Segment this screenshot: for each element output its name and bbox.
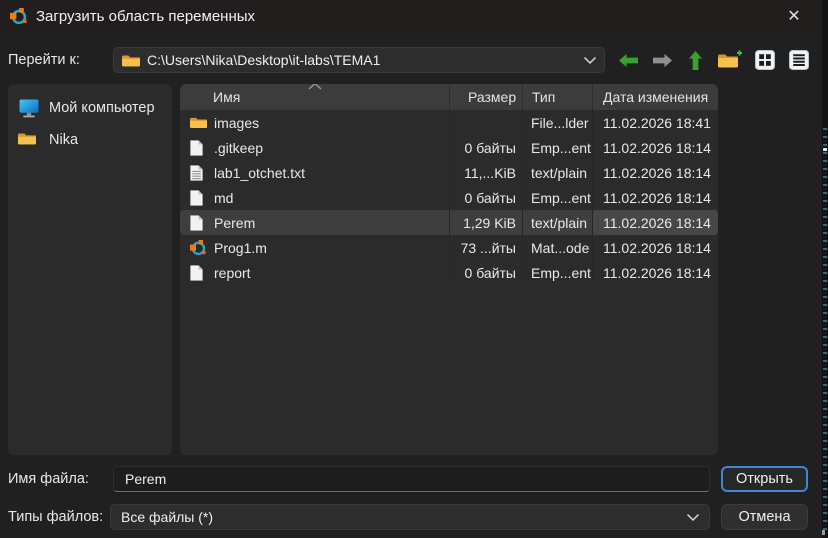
sidebar-item-label: Мой компьютер [49, 100, 155, 116]
title-bar[interactable]: Загрузить область переменных ✕ [0, 0, 822, 32]
list-view-button[interactable] [786, 48, 812, 72]
grid-view-button[interactable] [752, 48, 778, 72]
close-button[interactable]: ✕ [782, 5, 806, 27]
file-name: lab1_otchet.txt [214, 165, 305, 181]
file-name: report [214, 265, 251, 281]
file-size-cell: 0 байты [450, 185, 523, 210]
screen: Загрузить область переменных ✕ Перейти к… [0, 0, 828, 538]
file-size-cell [450, 110, 523, 135]
forward-arrow-icon [652, 53, 673, 68]
file-type-cell: File...lder [523, 110, 593, 135]
column-header-date[interactable]: Дата изменения [593, 84, 718, 110]
grid-view-icon [755, 50, 775, 70]
file-name: Prog1.m [214, 240, 267, 256]
text-file-icon [190, 164, 207, 181]
column-header-type[interactable]: Тип [523, 84, 593, 110]
file-row[interactable]: images File...lder11.02.2026 18:41 [180, 110, 718, 135]
forward-button[interactable] [649, 48, 675, 72]
octave-icon [190, 239, 207, 256]
file-row[interactable]: lab1_otchet.txt 11,...KiBtext/plain11.02.… [180, 160, 718, 185]
file-modified-cell: 11.02.2026 18:14 [593, 260, 718, 285]
close-icon: ✕ [787, 6, 800, 26]
new-folder-button[interactable] [717, 48, 743, 72]
up-button[interactable] [682, 48, 708, 72]
file-list-panel: Имя Размер Тип Дата изменения images File… [180, 84, 718, 455]
file-modified-cell: 11.02.2026 18:41 [593, 110, 718, 135]
file-type-cell: Mat...ode [523, 235, 593, 260]
filename-input[interactable] [113, 466, 710, 492]
file-name-cell: lab1_otchet.txt [180, 160, 450, 185]
load-workspace-dialog: Загрузить область переменных ✕ Перейти к… [0, 0, 822, 538]
up-arrow-icon [688, 50, 703, 71]
file-row[interactable]: Perem 1,29 KiBtext/plain11.02.2026 18:14 [180, 210, 718, 235]
file-row[interactable]: md 0 байтыEmp...ent11.02.2026 18:14 [180, 185, 718, 210]
octave-app-icon [10, 8, 27, 25]
goto-label: Перейти к: [8, 47, 80, 73]
file-modified-cell: 11.02.2026 18:14 [593, 185, 718, 210]
file-size-cell: 73 ...йты [450, 235, 523, 260]
file-row[interactable]: report 0 байтыEmp...ent11.02.2026 18:14 [180, 260, 718, 285]
places-sidebar: Мой компьютер Nika [8, 84, 172, 455]
filetype-value: Все файлы (*) [121, 509, 687, 525]
file-modified-cell: 11.02.2026 18:14 [593, 135, 718, 160]
file-name-cell: images [180, 110, 450, 135]
file-size-cell: 11,...KiB [450, 160, 523, 185]
file-name-cell: report [180, 260, 450, 285]
file-type-cell: Emp...ent [523, 185, 593, 210]
background-window-edge [822, 0, 828, 538]
column-header-name[interactable]: Имя [180, 84, 450, 110]
filetype-label: Типы файлов: [8, 504, 103, 530]
file-name-cell: Perem [180, 210, 450, 235]
current-path: C:\Users\Nika\Desktop\it-labs\ТЕМА1 [147, 52, 584, 68]
file-modified-cell: 11.02.2026 18:14 [593, 210, 718, 235]
file-type-cell: text/plain [523, 160, 593, 185]
file-name-cell: Prog1.m [180, 235, 450, 260]
file-row[interactable]: .gitkeep 0 байтыEmp...ent11.02.2026 18:14 [180, 135, 718, 160]
chevron-down-icon [687, 514, 699, 521]
new-folder-icon [718, 50, 742, 70]
file-modified-cell: 11.02.2026 18:14 [593, 235, 718, 260]
cancel-button[interactable]: Отмена [721, 504, 808, 530]
folder-icon [122, 53, 140, 68]
file-icon [190, 214, 207, 231]
file-size-cell: 0 байты [450, 135, 523, 160]
file-name: md [214, 190, 233, 206]
file-name: Perem [214, 215, 255, 231]
file-icon [190, 264, 207, 281]
file-list-header: Имя Размер Тип Дата изменения [180, 84, 718, 110]
back-arrow-icon [618, 53, 639, 68]
column-header-size[interactable]: Размер [450, 84, 523, 110]
sidebar-item-nika[interactable]: Nika [8, 124, 172, 156]
file-name-cell: .gitkeep [180, 135, 450, 160]
file-rows: imagesFile...lder11.02.2026 18:41.gitkee… [180, 110, 718, 285]
file-type-cell: Emp...ent [523, 135, 593, 160]
file-name-cell: md [180, 185, 450, 210]
file-type-cell: text/plain [523, 210, 593, 235]
open-button[interactable]: Открыть [721, 466, 808, 492]
folder-icon [18, 131, 40, 150]
filename-label: Имя файла: [8, 466, 89, 492]
file-modified-cell: 11.02.2026 18:14 [593, 160, 718, 185]
file-name: .gitkeep [214, 140, 263, 156]
dialog-title: Загрузить область переменных [36, 8, 255, 25]
sidebar-item-label: Nika [49, 132, 78, 148]
filetype-combobox[interactable]: Все файлы (*) [110, 504, 710, 530]
file-size-cell: 1,29 KiB [450, 210, 523, 235]
back-button[interactable] [615, 48, 641, 72]
sort-ascending-icon [308, 84, 322, 90]
chevron-down-icon [584, 57, 596, 64]
folder-icon [190, 114, 207, 131]
file-name: images [214, 115, 259, 131]
path-combobox[interactable]: C:\Users\Nika\Desktop\it-labs\ТЕМА1 [113, 47, 605, 73]
file-icon [190, 139, 207, 156]
file-icon [190, 189, 207, 206]
file-row[interactable]: Prog1.m 73 ...йтыMat...ode11.02.2026 18:1… [180, 235, 718, 260]
file-size-cell: 0 байты [450, 260, 523, 285]
list-view-icon [789, 50, 809, 70]
sidebar-item-computer[interactable]: Мой компьютер [8, 92, 172, 124]
computer-icon [18, 99, 40, 118]
file-type-cell: Emp...ent [523, 260, 593, 285]
